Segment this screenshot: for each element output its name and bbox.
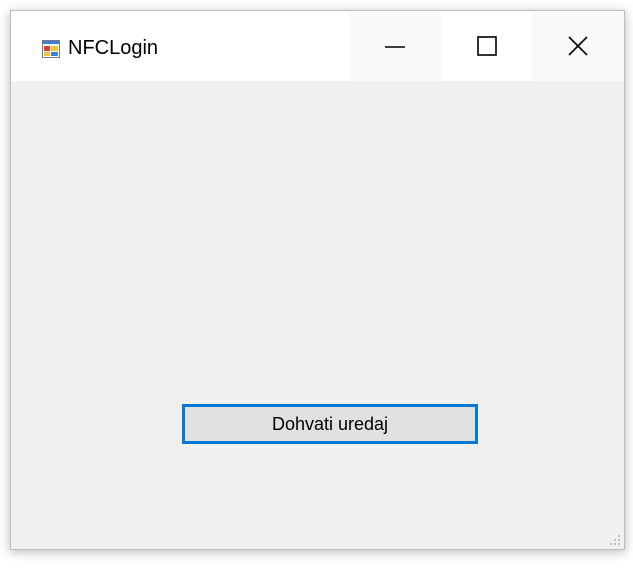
minimize-icon [385, 46, 405, 48]
minimize-button[interactable] [349, 11, 441, 81]
close-button[interactable] [532, 11, 624, 81]
app-icon [42, 40, 60, 58]
maximize-icon [477, 36, 497, 56]
form-client-area: Dohvati uredaj [11, 81, 624, 549]
nfclogin-window: NFCLogin Dohvati uredaj [10, 10, 625, 550]
close-icon [568, 36, 588, 56]
maximize-button[interactable] [441, 11, 533, 81]
resize-grip-icon[interactable] [608, 533, 622, 547]
fetch-device-button[interactable]: Dohvati uredaj [182, 404, 478, 444]
title-bar[interactable]: NFCLogin [11, 11, 624, 81]
window-title: NFCLogin [68, 37, 159, 59]
